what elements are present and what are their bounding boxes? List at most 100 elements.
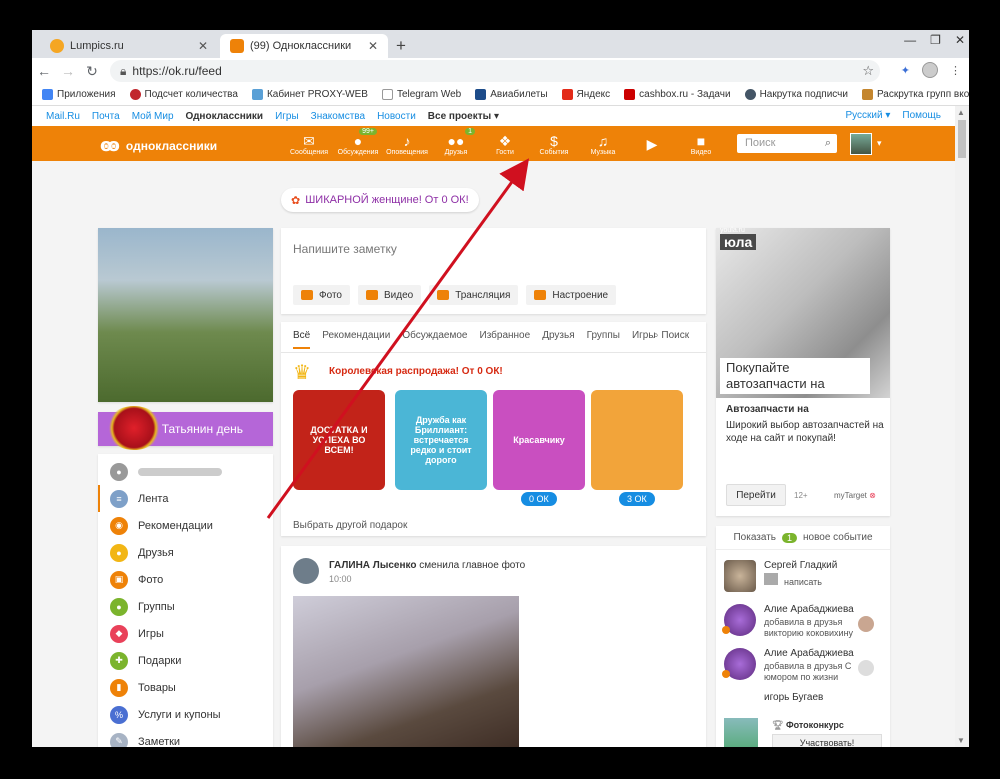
ad-card[interactable]: youla.ru юла Покупайте автозапчасти на А…	[716, 227, 890, 516]
holiday-banner[interactable]: Татьянин день	[98, 406, 273, 450]
tab-favorites[interactable]: Избранное	[480, 330, 531, 349]
search-input[interactable]: Поиск ⌕	[737, 134, 837, 153]
chevron-down-icon[interactable]: ▾	[877, 138, 882, 149]
author-name[interactable]: ГАЛИНА Лысенко	[329, 560, 417, 571]
bookmark-item[interactable]: Кабинет PROXY-WEB	[251, 89, 368, 100]
tab-discussed[interactable]: Обсуждаемое	[402, 330, 467, 349]
restore-icon[interactable]: ❐	[930, 33, 941, 47]
promo-banner[interactable]: ✿ ШИКАРНОЙ женщине! От 0 ОК!	[281, 188, 479, 212]
tab-groups[interactable]: Группы	[587, 330, 620, 349]
other-gift-link[interactable]: Выбрать другой подарок	[293, 520, 407, 531]
minimize-icon[interactable]: —	[904, 33, 916, 47]
tab-all[interactable]: Всё	[293, 330, 311, 349]
bookmark-item[interactable]: Telegram Web	[381, 89, 461, 100]
bookmark-item[interactable]: Накрутка подписчи	[744, 89, 848, 100]
event-item[interactable]: Алие Арабаджиева добавила в друзья викто…	[722, 604, 884, 644]
tab-games[interactable]: Игры	[632, 330, 656, 349]
profile-name-item[interactable]: ●	[98, 458, 273, 485]
scroll-thumb[interactable]	[958, 120, 966, 158]
mailbar-link[interactable]: Игры	[275, 111, 299, 122]
close-tab-icon[interactable]: ✕	[198, 39, 208, 53]
menu-item[interactable]: ≡ Лента	[98, 485, 273, 512]
photo-button[interactable]: Фото	[293, 285, 350, 305]
scroll-down-icon[interactable]: ▼	[957, 736, 965, 745]
mailbar-link[interactable]: Знакомства	[311, 111, 365, 122]
gift-item[interactable]: Красавчику	[493, 390, 585, 490]
event-name[interactable]: Алие Арабаджиева	[764, 648, 854, 659]
mailbar-link[interactable]: Почта	[92, 111, 120, 122]
nav-item-5[interactable]: $ События	[531, 128, 577, 160]
menu-item[interactable]: ▮ Товары	[98, 674, 273, 701]
friend-thumb[interactable]	[858, 660, 874, 676]
help-link[interactable]: Помощь	[902, 110, 941, 121]
mood-button[interactable]: Настроение	[526, 285, 617, 305]
tab-lumpics[interactable]: Lumpics.ru ✕	[40, 34, 218, 58]
menu-dots-icon[interactable]: ⋮	[950, 64, 961, 77]
bookmark-star-icon[interactable]: ☆	[862, 63, 874, 79]
tab-friends[interactable]: Друзья	[542, 330, 574, 349]
nav-item-8[interactable]: ■ Видео	[678, 128, 724, 160]
event-name[interactable]: Алие Арабаджиева	[764, 604, 854, 615]
scroll-up-icon[interactable]: ▲	[957, 108, 965, 117]
mailbar-link[interactable]: Mail.Ru	[46, 111, 80, 122]
menu-item[interactable]: ● Друзья	[98, 539, 273, 566]
nav-item-3[interactable]: ●● Друзья 1	[433, 128, 479, 160]
profile-avatar[interactable]	[922, 62, 938, 78]
nav-item-0[interactable]: ✉ Сообщения	[286, 128, 332, 160]
user-avatar[interactable]	[850, 133, 872, 155]
contest-image[interactable]	[724, 718, 758, 747]
author-avatar[interactable]	[293, 558, 319, 584]
language-selector[interactable]: Русский ▾	[845, 110, 890, 121]
reload-icon[interactable]: ↻	[80, 63, 104, 80]
bookmark-item[interactable]: Раскрутка групп вко	[861, 89, 969, 100]
friend-thumb[interactable]	[858, 616, 874, 632]
menu-item[interactable]: ● Группы	[98, 593, 273, 620]
bookmark-item[interactable]: Авиабилеты	[475, 89, 548, 100]
participate-button[interactable]: Участвовать!	[772, 734, 882, 747]
broadcast-button[interactable]: Трансляция	[429, 285, 519, 305]
nav-item-4[interactable]: ❖ Гости	[482, 128, 528, 160]
new-tab-button[interactable]: +	[396, 36, 406, 56]
note-input[interactable]: Напишите заметку	[293, 242, 397, 256]
nav-item-1[interactable]: ● Обсуждения 99+	[335, 128, 381, 160]
gift-item[interactable]: Дружба как Бриллиант: встречается редко …	[395, 390, 487, 490]
bookmark-item[interactable]: Подсчет количества	[129, 89, 238, 100]
nav-item-2[interactable]: ♪ Оповещения	[384, 128, 430, 160]
ad-image[interactable]: youla.ru юла Покупайте автозапчасти на	[716, 227, 890, 398]
menu-item[interactable]: ◆ Игры	[98, 620, 273, 647]
tab-recommendations[interactable]: Рекомендации	[322, 330, 390, 349]
mailbar-link[interactable]: Мой Мир	[132, 111, 174, 122]
page-scrollbar[interactable]: ▲ ▼	[955, 106, 969, 747]
mailbar-link[interactable]: Одноклассники	[186, 111, 264, 122]
bookmark-item[interactable]: cashbox.ru - Задачи	[624, 89, 731, 100]
profile-photo[interactable]	[98, 228, 273, 402]
event-avatar[interactable]	[724, 560, 756, 592]
video-button[interactable]: Видео	[357, 285, 422, 305]
feed-search[interactable]: ⌕ Поиск	[653, 330, 689, 341]
event-item[interactable]: игорь Бугаев	[724, 692, 884, 712]
gift-item[interactable]	[591, 390, 683, 490]
ok-logo[interactable]: ꙭ одноклассники	[100, 135, 217, 156]
close-window-icon[interactable]: ✕	[955, 33, 965, 47]
menu-item[interactable]: ✎ Заметки	[98, 728, 273, 747]
search-icon[interactable]: ⌕	[825, 137, 831, 150]
bookmark-item[interactable]: Яндекс	[561, 89, 610, 100]
extension-icon[interactable]: ✦	[901, 64, 910, 77]
tab-odnoklassniki[interactable]: (99) Одноклассники ✕	[220, 34, 388, 58]
mailbar-link[interactable]: Все проекты ▾	[428, 111, 499, 122]
nav-item-6[interactable]: ♫ Музыка	[580, 128, 626, 160]
menu-item[interactable]: ◉ Рекомендации	[98, 512, 273, 539]
bookmark-apps[interactable]: Приложения	[42, 89, 116, 100]
event-item[interactable]: Сергей Гладкий написать	[724, 560, 884, 596]
gift-item[interactable]: ДОСТАТКА И УСПЕХА ВО ВСЕМ!	[293, 390, 385, 490]
event-text[interactable]: написать	[764, 573, 856, 588]
event-item[interactable]: Алие Арабаджиева добавила в друзья С юмо…	[722, 648, 884, 688]
gift-price[interactable]: 0 ОК	[521, 492, 557, 506]
event-name[interactable]: Сергей Гладкий	[764, 560, 837, 571]
menu-item[interactable]: ✚ Подарки	[98, 647, 273, 674]
mailbar-link[interactable]: Новости	[377, 111, 416, 122]
address-bar[interactable]: 🔒︎ https://ok.ru/feed ☆	[110, 60, 880, 82]
back-icon[interactable]: ←	[32, 63, 56, 79]
event-name[interactable]: игорь Бугаев	[764, 692, 823, 703]
gift-price[interactable]: 3 ОК	[619, 492, 655, 506]
